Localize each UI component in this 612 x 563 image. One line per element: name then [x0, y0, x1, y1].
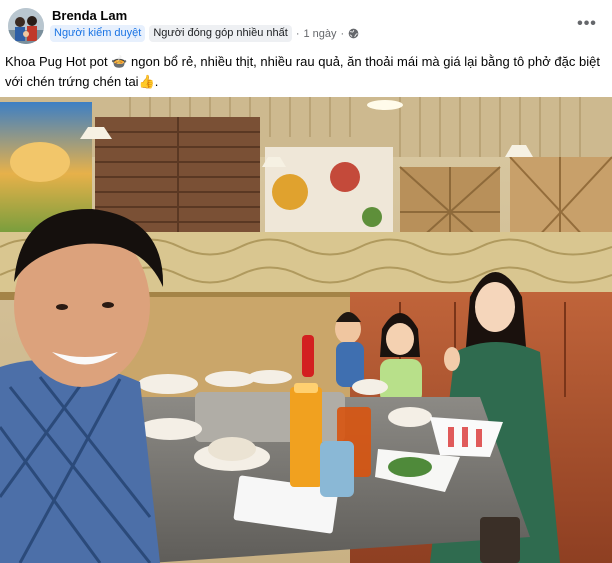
author-name[interactable]: Brenda Lam — [52, 8, 127, 23]
top-contributor-badge[interactable]: Người đóng góp nhiều nhất — [149, 25, 292, 42]
post-header: Brenda Lam Người kiểm duyệt Người đóng g… — [0, 0, 612, 50]
avatar-image — [8, 8, 44, 44]
moderator-badge[interactable]: Người kiểm duyệt — [50, 25, 146, 42]
globe-icon[interactable] — [348, 28, 359, 39]
meta-separator: · — [340, 27, 345, 40]
author-avatar[interactable] — [8, 8, 44, 44]
person-man — [0, 208, 164, 563]
more-options-icon: ••• — [577, 15, 597, 32]
post-caption: Khoa Pug Hot pot 🍲 ngon bổ rẻ, nhiều thị… — [5, 54, 600, 89]
post-photo[interactable] — [0, 97, 612, 563]
post-meta: Người kiểm duyệt Người đóng góp nhiều nh… — [50, 25, 359, 42]
feed-post: Brenda Lam Người kiểm duyệt Người đóng g… — [0, 0, 612, 563]
post-timestamp[interactable]: 1 ngày — [303, 28, 336, 40]
meta-separator: · — [295, 27, 300, 40]
more-options-button[interactable]: ••• — [570, 11, 604, 37]
